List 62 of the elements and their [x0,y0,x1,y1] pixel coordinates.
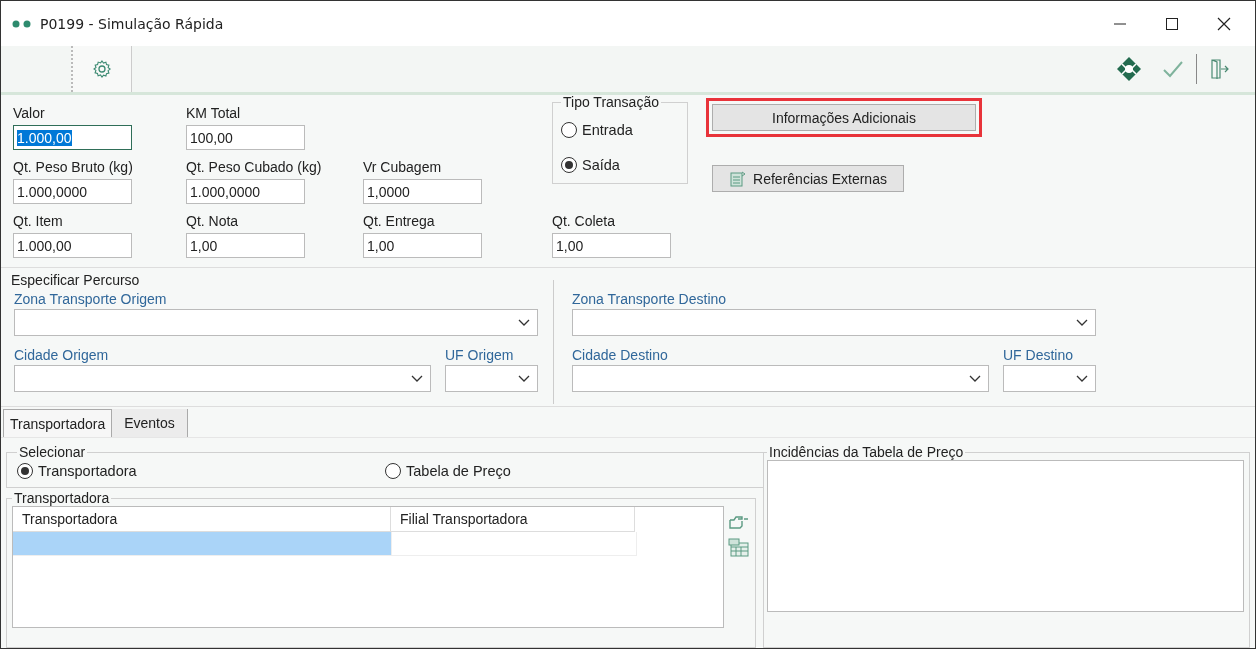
radio-option[interactable]: Entrada [561,112,679,147]
chevron-down-icon [411,374,423,383]
field-label: Qt. Nota [186,213,240,230]
text-field[interactable]: 1,0000 [363,179,482,204]
section-title: Especificar Percurso [11,272,140,288]
maximize-icon[interactable] [1165,16,1179,31]
text-field[interactable]: 100,00 [186,125,305,150]
chevron-down-icon [969,374,981,383]
action-button[interactable]: Referências Externas [712,165,904,192]
dropdown-field[interactable] [1003,365,1096,392]
group-title: Selecionar [18,444,87,460]
radio-button[interactable] [561,121,577,138]
radio-option[interactable]: Tabela de Preço [385,460,753,482]
group-title: Tipo Transação [562,94,660,110]
diamond-logo-icon[interactable] [1116,56,1142,82]
settings-icon[interactable] [92,59,112,79]
column-header[interactable]: Filial Transportadora [391,507,635,532]
group-title: Transportadora [13,490,111,506]
radio-button[interactable] [561,156,577,173]
tab[interactable]: Eventos [112,409,188,437]
radio-option[interactable]: Saída [561,147,679,182]
field-label: Qt. Item [13,213,64,230]
field-label: Vr Cubagem [363,159,443,176]
exit-door-icon[interactable] [1209,58,1229,80]
chevron-down-icon [1076,318,1088,327]
chevron-down-icon [518,374,530,383]
chevron-down-icon [518,318,530,327]
window-title: P0199 - Simulação Rápida [40,15,224,32]
field-label: Cidade Destino [572,346,669,364]
field-label: UF Destino [1003,346,1075,364]
radio-option[interactable]: Transportadora [17,460,385,482]
text-field[interactable]: 1.000,0000 [186,179,305,204]
text-field[interactable]: 1,00 [363,233,482,258]
table-link-icon [729,169,748,188]
dropdown-field[interactable] [14,365,431,392]
spreadsheet-icon[interactable] [728,536,750,558]
text-field[interactable]: 1,00 [552,233,671,258]
radio-button[interactable] [385,463,401,479]
text-field[interactable]: 1.000,00 [13,125,132,150]
dropdown-field[interactable] [572,365,989,392]
action-button[interactable]: Informações Adicionais [706,98,982,137]
text-field[interactable]: 1.000,00 [13,233,132,258]
dropdown-field[interactable] [14,309,538,336]
field-label: Cidade Origem [14,346,110,364]
field-label: Qt. Peso Bruto (kg) [13,159,134,176]
field-label: Qt. Entrega [363,213,436,230]
field-label: Qt. Coleta [552,213,617,230]
text-field[interactable]: 1.000,0000 [13,179,132,204]
group-title: Incidências da Tabela de Preço [768,444,965,460]
chevron-down-icon [1076,374,1088,383]
field-label: Valor [13,105,46,122]
text-field[interactable]: 1,00 [186,233,305,258]
dropdown-field[interactable] [572,309,1096,336]
close-icon[interactable] [1217,16,1231,31]
radio-button[interactable] [17,463,33,479]
tab[interactable]: Transportadora [3,409,113,437]
field-label: Zona Transporte Destino [572,290,728,308]
field-label: KM Total [186,105,242,122]
field-label: Zona Transporte Origem [14,290,168,308]
field-label: UF Origem [445,346,515,364]
dropdown-field[interactable] [445,365,538,392]
field-label: Qt. Peso Cubado (kg) [186,159,323,176]
